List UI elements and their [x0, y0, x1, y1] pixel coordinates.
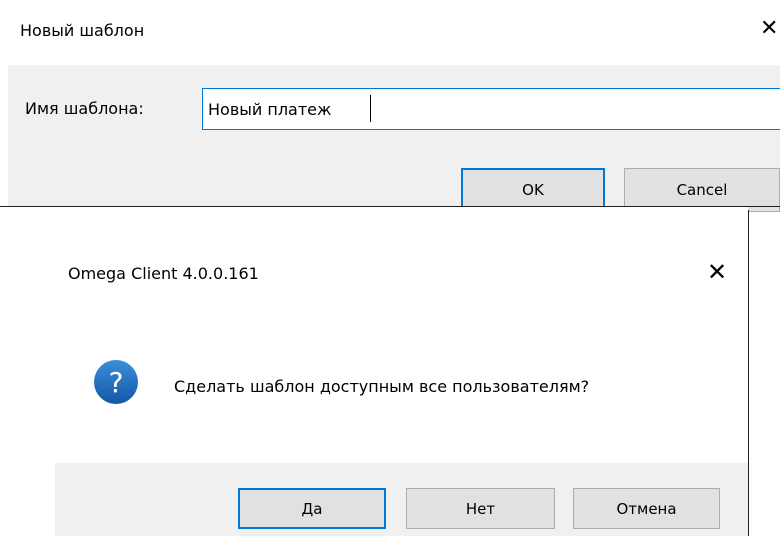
close-icon[interactable]: ✕ [760, 18, 780, 40]
dialog-title: Omega Client 4.0.0.161 [68, 264, 259, 283]
dialog-border [748, 210, 749, 536]
question-icon: ? [94, 360, 138, 404]
text-caret [370, 95, 371, 122]
template-name-input[interactable] [202, 88, 780, 130]
template-name-label: Имя шаблона: [25, 99, 144, 118]
dialog-message: Сделать шаблон доступным все пользовател… [174, 377, 590, 396]
close-icon[interactable]: ✕ [705, 259, 729, 285]
dialog-title: Новый шаблон [20, 21, 145, 40]
yes-button[interactable]: Да [238, 488, 386, 529]
cancel-button[interactable]: Отмена [573, 488, 720, 529]
no-button[interactable]: Нет [406, 488, 555, 529]
question-mark: ? [109, 366, 124, 399]
